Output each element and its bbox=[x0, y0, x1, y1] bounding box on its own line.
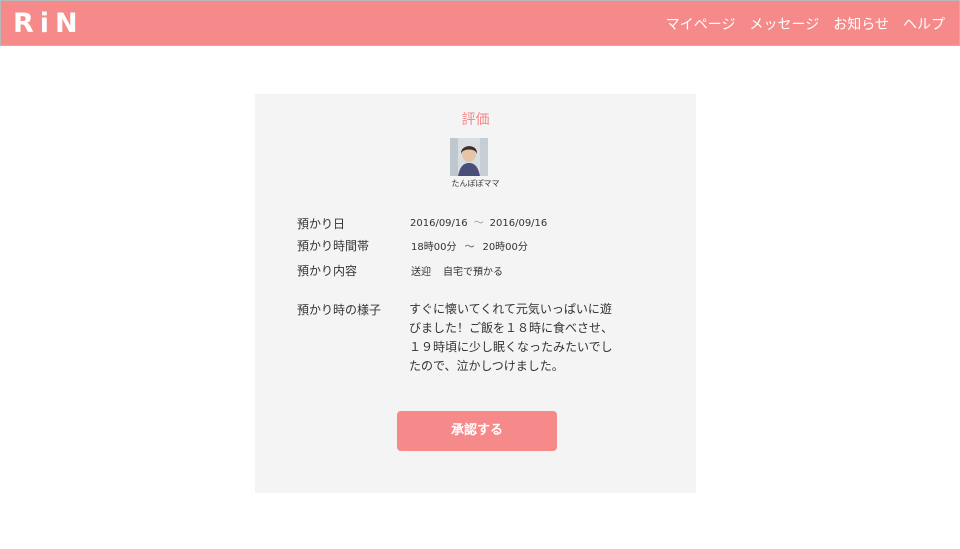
content-item: 送迎 bbox=[411, 267, 431, 278]
nav-mypage[interactable]: マイページ bbox=[666, 16, 736, 34]
review-card: 評価 たんぽぽママ 預かり日 2016/09/16 ～ 2016/09/16 預かり… bbox=[255, 94, 696, 493]
content-item: 自宅で預かる bbox=[443, 267, 503, 278]
app-header: RiN マイページ メッセージ お知らせ ヘルプ bbox=[0, 0, 960, 46]
value-time: 18時00分〜 20時00分 bbox=[411, 238, 528, 253]
time-start: 18時00分 bbox=[411, 242, 457, 253]
value-date: 2016/09/16 ～ 2016/09/16 bbox=[410, 214, 547, 229]
approve-button[interactable]: 承認する bbox=[397, 411, 557, 451]
time-separator: 〜 bbox=[464, 242, 475, 253]
main-nav: マイページ メッセージ お知らせ ヘルプ bbox=[666, 16, 945, 34]
user-name: たんぽぽママ bbox=[451, 179, 500, 188]
user-photo-icon bbox=[450, 138, 488, 176]
avatar[interactable] bbox=[450, 138, 488, 176]
nav-notifications[interactable]: お知らせ bbox=[833, 16, 889, 34]
label-date: 預かり日 bbox=[297, 217, 346, 231]
date-end: 2016/09/16 bbox=[489, 218, 548, 229]
page-title: 評価 bbox=[461, 112, 490, 128]
range-separator: ～ bbox=[473, 218, 484, 229]
notes-text: すぐに懐いてくれて元気いっぱいに遊びました！ご飯を１８時に食べさせ、１９時頃に少… bbox=[409, 302, 614, 373]
label-notes: 預かり時の様子 bbox=[297, 303, 382, 317]
time-end: 20時00分 bbox=[482, 242, 528, 253]
label-content: 預かり内容 bbox=[297, 264, 358, 278]
value-content: 送迎 自宅で預かる bbox=[411, 263, 503, 278]
date-start: 2016/09/16 bbox=[410, 218, 468, 229]
nav-messages[interactable]: メッセージ bbox=[750, 16, 820, 34]
label-time: 預かり時間帯 bbox=[297, 239, 370, 253]
nav-help[interactable]: ヘルプ bbox=[903, 16, 945, 34]
logo[interactable]: RiN bbox=[13, 8, 84, 40]
